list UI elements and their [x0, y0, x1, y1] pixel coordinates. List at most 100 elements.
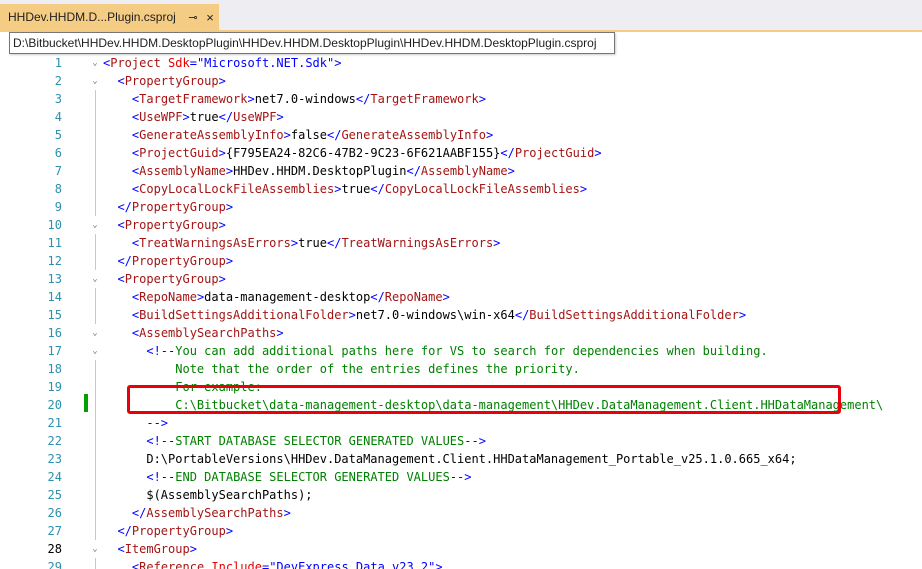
code-line-3[interactable]: 3 <TargetFramework>net7.0-windows</Targe…	[0, 90, 922, 108]
code-token: UseWPF	[233, 110, 277, 124]
code-line-25[interactable]: 25 $(AssemblySearchPaths);	[0, 486, 922, 504]
outline-guide	[95, 432, 96, 450]
code-line-28[interactable]: 28 ⌄ <ItemGroup>	[0, 540, 922, 558]
code-text: </PropertyGroup>	[103, 522, 233, 540]
code-token: </	[131, 506, 147, 520]
code-token: AssemblySearchPaths	[146, 506, 284, 520]
outline-guide	[95, 180, 96, 198]
code-line-11[interactable]: 11 <TreatWarningsAsErrors>true</TreatWar…	[0, 234, 922, 252]
code-text: -->	[103, 414, 168, 432]
code-token: >	[182, 110, 190, 124]
code-line-23[interactable]: 23 D:\PortableVersions\HHDev.DataManagem…	[0, 450, 922, 468]
code-line-4[interactable]: 4 <UseWPF>true</UseWPF>	[0, 108, 922, 126]
code-line-24[interactable]: 24 <!--END DATABASE SELECTOR GENERATED V…	[0, 468, 922, 486]
code-line-14[interactable]: 14 <RepoName>data-management-desktop</Re…	[0, 288, 922, 306]
code-token: >	[283, 506, 291, 520]
code-line-22[interactable]: 22 <!--START DATABASE SELECTOR GENERATED…	[0, 432, 922, 450]
code-token: >	[218, 146, 226, 160]
line-number: 1	[54, 56, 62, 70]
fold-chevron-icon[interactable]: ⌄	[90, 220, 100, 230]
code-token: PropertyGroup	[124, 74, 219, 88]
code-line-18[interactable]: 18 Note that the order of the entries de…	[0, 360, 922, 378]
line-number: 22	[47, 434, 62, 448]
pin-icon[interactable]: ⊸	[186, 9, 200, 25]
fold-chevron-icon[interactable]: ⌄	[90, 346, 100, 356]
code-line-2[interactable]: 2 ⌄ <PropertyGroup>	[0, 72, 922, 90]
code-line-9[interactable]: 9 </PropertyGroup>	[0, 198, 922, 216]
code-token: -->	[464, 434, 486, 448]
outline-guide	[95, 108, 96, 126]
line-number: 10	[47, 218, 62, 232]
document-tab-title: HHDev.HHDM.D...Plugin.csproj	[8, 10, 176, 24]
code-token: >	[225, 524, 234, 538]
code-token: D:\PortableVersions\HHDev.DataManagement…	[103, 452, 797, 466]
code-token: >	[283, 128, 291, 142]
file-path-tooltip: D:\Bitbucket\HHDev.HHDM.DesktopPlugin\HH…	[9, 32, 615, 54]
line-number: 7	[54, 164, 62, 178]
code-text: </PropertyGroup>	[103, 198, 233, 216]
code-editor[interactable]: 1 ⌄ <Project Sdk="Microsoft.NET.Sdk"> 2 ⌄ <P…	[0, 54, 922, 569]
code-text: <RepoName>data-management-desktop</RepoN…	[103, 288, 450, 306]
code-token: >	[276, 110, 284, 124]
code-line-16[interactable]: 16 ⌄ <AssemblySearchPaths>	[0, 324, 922, 342]
code-line-5[interactable]: 5 <GenerateAssemblyInfo>false</GenerateA…	[0, 126, 922, 144]
code-line-15[interactable]: 15 <BuildSettingsAdditionalFolder>net7.0…	[0, 306, 922, 324]
code-token: Project	[110, 56, 161, 70]
fold-chevron-icon[interactable]: ⌄	[90, 328, 100, 338]
fold-chevron-icon[interactable]: ⌄	[90, 544, 100, 554]
code-line-13[interactable]: 13 ⌄ <PropertyGroup>	[0, 270, 922, 288]
code-token: -->	[449, 470, 472, 484]
fold-chevron-icon[interactable]: ⌄	[90, 274, 100, 284]
code-line-10[interactable]: 10 ⌄ <PropertyGroup>	[0, 216, 922, 234]
code-line-12[interactable]: 12 </PropertyGroup>	[0, 252, 922, 270]
outline-guide	[95, 162, 96, 180]
code-line-21[interactable]: 21 -->	[0, 414, 922, 432]
document-tab[interactable]: HHDev.HHDM.D...Plugin.csproj ⊸ ×	[0, 4, 219, 30]
line-number: 2	[54, 74, 62, 88]
code-token: >	[218, 272, 226, 286]
close-icon[interactable]: ×	[203, 9, 217, 25]
code-token: =	[189, 56, 197, 70]
code-line-1[interactable]: 1 ⌄ <Project Sdk="Microsoft.NET.Sdk">	[0, 54, 922, 72]
code-text: <Reference Include="DevExpress.Data.v23.…	[103, 558, 443, 569]
fold-chevron-icon[interactable]: ⌄	[90, 58, 100, 68]
code-token: <!--	[146, 344, 176, 358]
code-token: >	[435, 560, 443, 569]
code-token: </	[355, 92, 371, 106]
code-token: </	[117, 254, 132, 268]
outline-guide	[95, 486, 96, 504]
code-line-8[interactable]: 8 <CopyLocalLockFileAssemblies>true</Cop…	[0, 180, 922, 198]
outline-guide	[95, 450, 96, 468]
code-text: <UseWPF>true</UseWPF>	[103, 108, 284, 126]
fold-chevron-icon[interactable]: ⌄	[90, 76, 100, 86]
code-line-27[interactable]: 27 </PropertyGroup>	[0, 522, 922, 540]
code-line-6[interactable]: 6 <ProjectGuid>{F795EA24-82C6-47B2-9C23-…	[0, 144, 922, 162]
code-line-7[interactable]: 7 <AssemblyName>HHDev.HHDM.DesktopPlugin…	[0, 162, 922, 180]
code-token: BuildSettingsAdditionalFolder	[529, 308, 739, 322]
code-text: <!--You can add additional paths here fo…	[103, 342, 767, 360]
code-token: >	[334, 56, 342, 70]
code-line-26[interactable]: 26 </AssemblySearchPaths>	[0, 504, 922, 522]
code-line-17[interactable]: 17 ⌄ <!--You can add additional paths her…	[0, 342, 922, 360]
code-line-29[interactable]: 29 <Reference Include="DevExpress.Data.v…	[0, 558, 922, 569]
code-text: Note that the order of the entries defin…	[103, 360, 580, 378]
code-token: TreatWarningsAsErrors	[139, 236, 291, 250]
line-number: 15	[47, 308, 62, 322]
code-token: <	[117, 74, 125, 88]
code-text: </AssemblySearchPaths>	[103, 504, 291, 522]
code-text: <TreatWarningsAsErrors>true</TreatWarnin…	[103, 234, 501, 252]
code-token: Include	[204, 560, 262, 569]
code-token: CopyLocalLockFileAssemblies	[384, 182, 580, 196]
outline-guide	[95, 90, 96, 108]
code-token: START DATABASE SELECTOR GENERATED VALUES	[175, 434, 465, 448]
code-text: </PropertyGroup>	[103, 252, 233, 270]
code-token: >	[485, 128, 494, 142]
code-token: TreatWarningsAsErrors	[341, 236, 494, 250]
